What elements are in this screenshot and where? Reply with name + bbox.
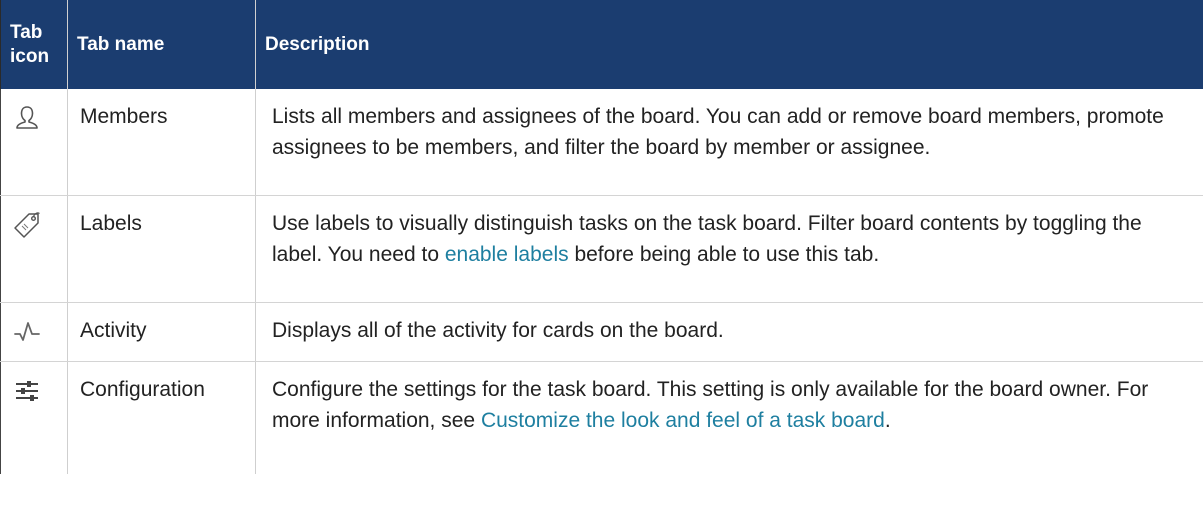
header-tab-icon: Tab icon <box>0 0 68 89</box>
table-row: Activity Displays all of the activity fo… <box>0 302 1203 362</box>
description-configuration: Configure the settings for the task boar… <box>255 361 1203 474</box>
icon-cell <box>0 302 68 362</box>
description-activity: Displays all of the activity for cards o… <box>255 302 1203 362</box>
tab-name-labels: Labels <box>67 195 256 303</box>
sliders-icon <box>16 381 38 401</box>
table-row: Members Lists all members and assignees … <box>0 89 1203 196</box>
member-icon <box>16 106 38 129</box>
label-tag-icon <box>14 212 40 238</box>
activity-icon <box>14 322 40 341</box>
tab-name-members: Members <box>67 89 256 196</box>
header-tab-name: Tab name <box>67 0 256 89</box>
tab-name-activity: Activity <box>67 302 256 362</box>
table-header-row: Tab icon Tab name Description <box>0 0 1203 89</box>
icon-cell <box>0 89 68 196</box>
icon-cell <box>0 361 68 474</box>
tabs-table: Tab icon Tab name Description Members Li… <box>0 0 1203 474</box>
enable-labels-link[interactable]: enable labels <box>445 243 569 266</box>
table-row: Configuration Configure the settings for… <box>0 361 1203 474</box>
table-row: Labels Use labels to visually distinguis… <box>0 195 1203 303</box>
customize-task-board-link[interactable]: Customize the look and feel of a task bo… <box>481 409 885 432</box>
header-description: Description <box>255 0 1203 89</box>
description-configuration-text-end: . <box>884 409 891 432</box>
icon-cell <box>0 195 68 303</box>
description-labels: Use labels to visually distinguish tasks… <box>255 195 1203 303</box>
tab-name-configuration: Configuration <box>67 361 256 474</box>
description-members: Lists all members and assignees of the b… <box>255 89 1203 196</box>
description-labels-text-end: before being able to use this tab. <box>568 243 880 266</box>
